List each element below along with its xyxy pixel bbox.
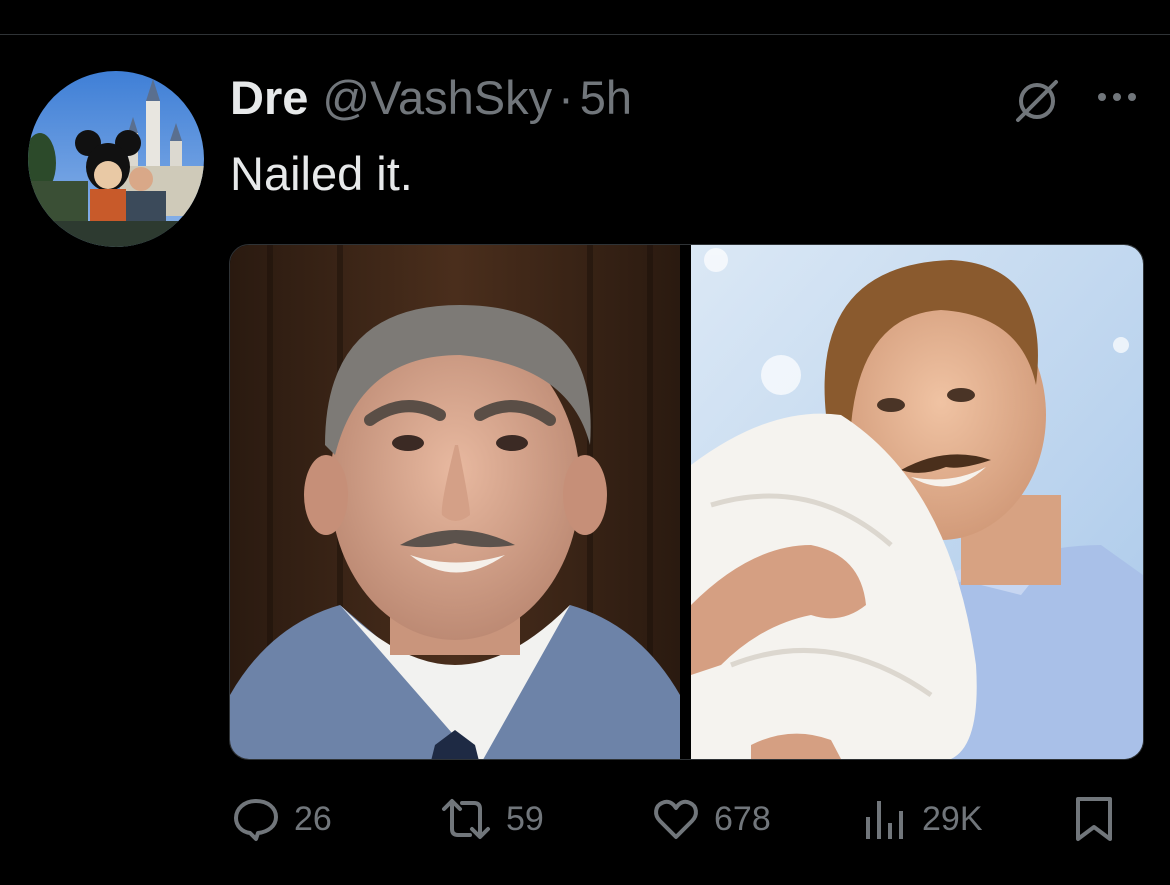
views-button[interactable]: 29K	[862, 795, 983, 843]
bookmark-button[interactable]	[1074, 795, 1114, 843]
action-bar: 26 59 678 29K	[0, 790, 1170, 850]
repost-button[interactable]: 59	[440, 795, 544, 843]
author-name[interactable]: Dre	[230, 70, 308, 125]
like-count: 678	[714, 799, 771, 838]
reply-count: 26	[294, 799, 332, 838]
timestamp[interactable]: 5h	[580, 70, 632, 125]
media-photo-right[interactable]	[691, 245, 1143, 759]
view-count: 29K	[922, 799, 983, 838]
reply-icon	[234, 799, 278, 841]
author-handle[interactable]: @VashSky	[322, 70, 552, 125]
media-photo-left[interactable]	[230, 245, 680, 759]
views-chart-icon	[866, 801, 903, 839]
like-button[interactable]: 678	[652, 795, 771, 843]
grok-icon[interactable]	[1012, 78, 1062, 124]
repost-count: 59	[506, 799, 544, 838]
tweet-media[interactable]	[229, 244, 1144, 760]
avatar[interactable]	[28, 71, 204, 247]
repost-icon	[442, 799, 490, 839]
avatar-image	[28, 71, 204, 247]
top-divider	[0, 34, 1170, 35]
separator-dot: ·	[558, 71, 574, 124]
tweet-header: Dre @VashSky · 5h	[230, 70, 632, 130]
reply-button[interactable]: 26	[232, 795, 332, 843]
bookmark-icon	[1076, 797, 1112, 841]
heart-icon	[654, 799, 698, 839]
tweet-text: Nailed it.	[230, 147, 413, 200]
more-icon[interactable]	[1094, 84, 1140, 110]
